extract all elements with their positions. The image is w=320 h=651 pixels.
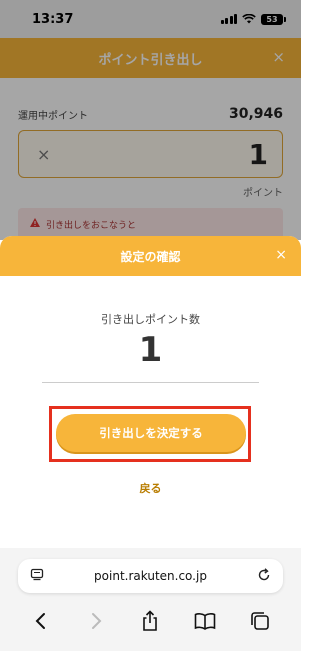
withdraw-points-label: 引き出しポイント数 — [101, 313, 200, 326]
back-icon[interactable] — [29, 609, 53, 633]
bookmarks-icon[interactable] — [193, 609, 217, 633]
sheet-header: 設定の確認 × — [0, 236, 301, 276]
browser-toolbar — [0, 606, 301, 636]
divider — [42, 382, 259, 383]
close-icon[interactable]: × — [275, 247, 287, 263]
url-text[interactable]: point.rakuten.co.jp — [94, 569, 207, 583]
forward-icon[interactable] — [84, 609, 108, 633]
back-link[interactable]: 戻る — [0, 480, 301, 496]
withdraw-points-value: 1 — [138, 330, 163, 370]
modal-backdrop[interactable] — [0, 0, 301, 240]
reload-icon[interactable] — [256, 567, 272, 583]
tabs-icon[interactable] — [248, 609, 272, 633]
reader-icon[interactable] — [30, 568, 44, 582]
address-bar[interactable]: point.rakuten.co.jp — [18, 559, 283, 593]
sheet-title: 設定の確認 — [120, 249, 181, 264]
browser-bar: point.rakuten.co.jp — [0, 548, 301, 651]
confirm-withdraw-button[interactable]: 引き出しを決定する — [56, 414, 246, 452]
share-icon[interactable] — [138, 609, 162, 633]
